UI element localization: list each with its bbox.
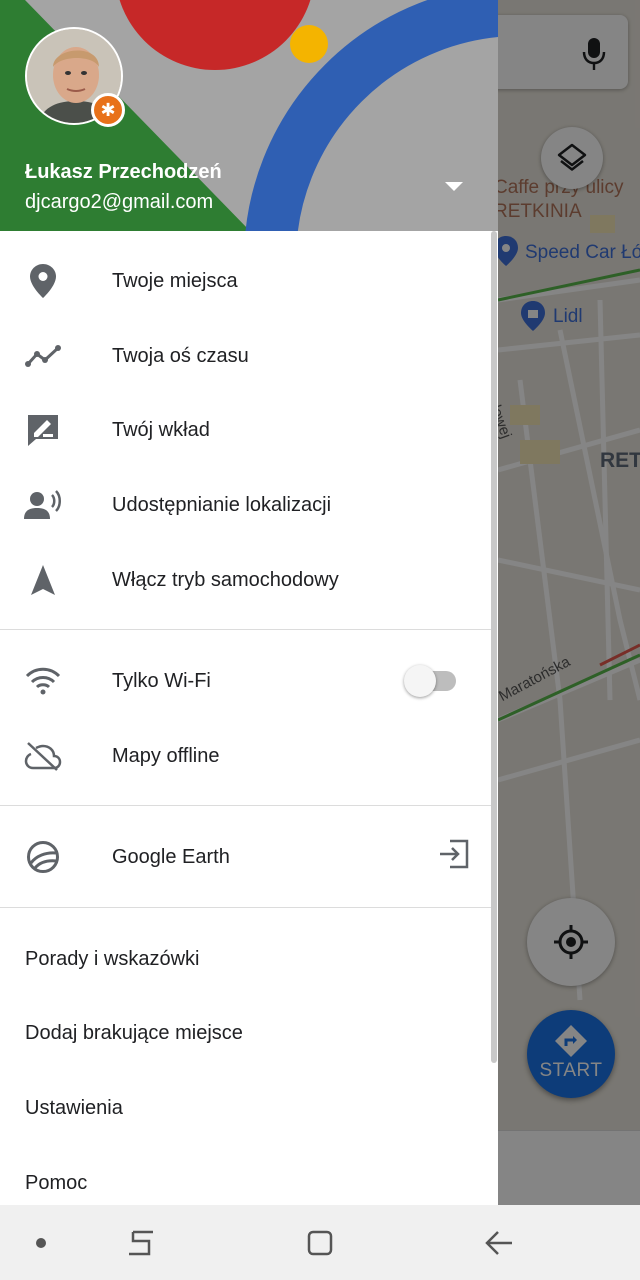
menu-item-your-places[interactable]: Twoje miejsca <box>0 246 498 316</box>
home-icon[interactable] <box>300 1225 340 1261</box>
drawer-scrollbar[interactable] <box>491 231 497 1063</box>
location-sharing-icon <box>24 486 62 524</box>
nav-dot-icon[interactable] <box>21 1225 61 1261</box>
back-icon[interactable] <box>479 1225 519 1261</box>
menu-item-timeline[interactable]: Twoja oś czasu <box>0 321 498 391</box>
recent-apps-icon[interactable] <box>121 1225 161 1261</box>
menu-item-label: Pomoc <box>25 1171 88 1194</box>
menu-item-label: Tylko Wi-Fi <box>112 669 211 692</box>
contribute-icon <box>24 411 62 449</box>
menu-item-label: Google Earth <box>112 845 230 868</box>
place-pin-icon <box>24 262 62 300</box>
account-email: djcargo2@gmail.com <box>25 191 214 213</box>
menu-item-label: Mapy offline <box>112 744 220 767</box>
menu-item-wifi-only[interactable]: Tylko Wi-Fi <box>0 646 498 716</box>
open-external-app-icon <box>440 839 469 869</box>
chevron-down-icon[interactable] <box>443 180 465 194</box>
menu-item-label: Udostępnianie lokalizacji <box>112 493 332 516</box>
menu-item-driving-mode[interactable]: Włącz tryb samochodowy <box>0 545 498 615</box>
menu-item-settings[interactable]: Ustawienia <box>0 1073 498 1143</box>
wifi-icon <box>24 662 62 700</box>
system-navigation-bar <box>0 1205 640 1280</box>
account-header[interactable]: ✱ Łukasz Przechodzeń djcargo2@gmail.com <box>0 0 498 231</box>
menu-item-tips[interactable]: Porady i wskazówki <box>0 924 498 994</box>
menu-item-label: Twoja oś czasu <box>112 344 249 367</box>
timeline-icon <box>24 337 62 375</box>
menu-item-location-sharing[interactable]: Udostępnianie lokalizacji <box>0 470 498 540</box>
menu-divider <box>0 629 494 630</box>
menu-item-label: Dodaj brakujące miejsce <box>25 1021 243 1044</box>
menu-item-help[interactable]: Pomoc <box>0 1148 498 1205</box>
menu-item-label: Twój wkład <box>112 418 210 441</box>
menu-item-google-earth[interactable]: Google Earth <box>0 822 498 892</box>
navigation-arrow-icon <box>24 561 62 599</box>
menu-item-label: Włącz tryb samochodowy <box>112 568 339 591</box>
google-earth-icon <box>24 838 62 876</box>
menu-item-add-missing-place[interactable]: Dodaj brakujące miejsce <box>0 998 498 1068</box>
menu-divider <box>0 805 494 806</box>
menu-item-contributions[interactable]: Twój wkład <box>0 395 498 465</box>
cloud-off-icon <box>24 737 62 775</box>
menu-item-label: Ustawienia <box>25 1096 123 1119</box>
local-guide-star-icon: ✱ <box>91 93 125 127</box>
wifi-only-toggle[interactable] <box>404 659 456 699</box>
menu-item-label: Twoje miejsca <box>112 269 238 292</box>
menu-item-label: Porady i wskazówki <box>25 947 200 970</box>
menu-divider <box>0 907 494 908</box>
navigation-drawer: ✱ Łukasz Przechodzeń djcargo2@gmail.com … <box>0 0 498 1205</box>
toggle-thumb <box>404 665 436 697</box>
menu-item-offline-maps[interactable]: Mapy offline <box>0 721 498 791</box>
account-name: Łukasz Przechodzeń <box>25 161 222 183</box>
